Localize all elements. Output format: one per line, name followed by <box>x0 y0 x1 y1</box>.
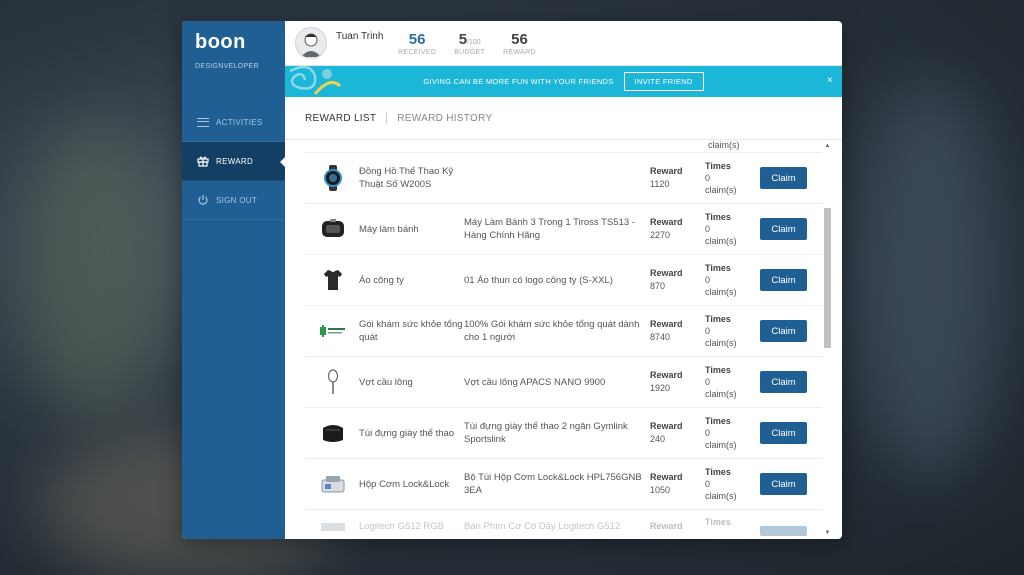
racket-icon <box>311 360 355 404</box>
logo-text: boon <box>195 31 246 53</box>
claim-button[interactable]: Claim <box>760 218 807 240</box>
tab-divider <box>386 112 388 124</box>
product-name: Áo công ty <box>359 274 404 286</box>
reward-points: Reward 240 <box>650 421 683 444</box>
claim-button[interactable] <box>760 526 807 536</box>
product-name: Đồng Hồ Thể Thao Kỹ Thuật Số W200S <box>359 166 454 190</box>
times-claimed: Times 0 claim(s) <box>705 212 737 246</box>
lunchbox-icon <box>311 462 355 506</box>
stat-budget: 5/100 BUDGET <box>454 31 485 56</box>
invite-friend-button[interactable]: INVITE FRIEND <box>623 72 704 91</box>
product-name: Logitech G512 RGB <box>359 521 445 532</box>
sidebar-item-reward[interactable]: REWARD <box>182 142 286 181</box>
reward-points: Reward 8740 <box>650 319 683 342</box>
claim-button[interactable]: Claim <box>760 422 807 444</box>
list-item: claim(s) <box>305 140 822 153</box>
reward-points: Reward 870 <box>650 268 683 291</box>
user-name: Tuan Trinh <box>336 30 384 42</box>
reward-list: ▲ ▼ claim(s) Đồng Hồ Thể Thao Kỹ Thuật S… <box>285 140 842 539</box>
power-icon <box>196 194 210 206</box>
product-description: Bàn Phím Cơ Có Dây Logitech G512 <box>464 521 621 532</box>
times-claimed: Times 0 claim(s) <box>705 314 737 348</box>
times-claims: claim(s) <box>708 140 740 150</box>
sandwich-maker-icon <box>311 207 355 251</box>
scroll-down-icon[interactable]: ▼ <box>824 529 831 537</box>
tab-reward-list[interactable]: REWARD LIST <box>305 113 376 124</box>
list-item: Túi đựng giày thể thao Túi đựng giày thể… <box>305 408 822 459</box>
top-bar: Tuan Trinh 56 RECEIVED 5/100 BUDGET 56 R… <box>285 21 842 66</box>
times-claimed: Times 0 claim(s) <box>705 416 737 450</box>
reward-points: Reward 1050 <box>650 472 683 495</box>
product-name: Máy làm bánh <box>359 223 419 235</box>
claim-button[interactable]: Claim <box>760 167 807 189</box>
reward-points: Reward 1120 <box>650 166 683 189</box>
list-item: Hộp Cơm Lock&Lock Bộ Túi Hộp Cơm Lock&Lo… <box>305 459 822 510</box>
watch-icon <box>311 156 355 200</box>
list-item: Logitech G512 RGB Bàn Phím Cơ Có Dây Log… <box>305 510 822 539</box>
stat-label: BUDGET <box>454 48 486 56</box>
stat-label: RECEIVED <box>398 48 437 56</box>
stat-label: REWARD <box>503 48 536 56</box>
claim-button[interactable]: Claim <box>760 269 807 291</box>
sidebar-item-sign-out[interactable]: SIGN OUT <box>182 181 285 220</box>
scroll-up-icon[interactable]: ▲ <box>824 142 831 150</box>
product-description: 01 Áo thun có logo công ty (S-XXL) <box>464 274 613 286</box>
avatar[interactable] <box>295 27 327 59</box>
list-item: Áo công ty 01 Áo thun có logo công ty (S… <box>305 255 822 306</box>
times-claimed: Times 0 claim(s) <box>705 467 737 501</box>
stat-value: 5/100 <box>458 30 481 48</box>
health-logo-icon <box>311 309 355 353</box>
product-name: Vợt cầu lông <box>359 376 413 388</box>
app-window: boon DESIGNVELOPER ACTIVITIES REWARD SIG… <box>182 21 842 539</box>
product-name: Túi đựng giày thể thao <box>359 427 455 439</box>
product-description: Máy Làm Bánh 3 Trong 1 Tiross TS513 - Hà… <box>464 217 635 241</box>
product-description: Túi đựng giày thể thao 2 ngăn Gymlink Sp… <box>464 421 628 445</box>
sidebar: boon DESIGNVELOPER ACTIVITIES REWARD SIG… <box>182 21 286 539</box>
stat-received: 56 RECEIVED <box>398 31 436 56</box>
banner-text: GIVING CAN BE MORE FUN WITH YOUR FRIENDS <box>423 77 614 86</box>
reward-points: Reward 2270 <box>650 217 683 240</box>
shoe-bag-icon <box>311 411 355 455</box>
product-description: 100% Gói khám sức khỏe tổng quát dành ch… <box>464 319 640 343</box>
tab-reward-history[interactable]: REWARD HISTORY <box>397 113 492 124</box>
times-claimed: Times <box>705 517 731 527</box>
product-description: Bộ Túi Hộp Cơm Lock&Lock HPL756GNB 3EA <box>464 472 642 496</box>
invite-banner: GIVING CAN BE MORE FUN WITH YOUR FRIENDS… <box>285 66 842 97</box>
scroll-thumb[interactable] <box>824 208 831 348</box>
claim-button[interactable]: Claim <box>760 320 807 342</box>
times-claimed: Times 0 claim(s) <box>705 263 737 297</box>
gift-icon <box>196 155 210 167</box>
times-claimed: Times 0 claim(s) <box>705 161 737 195</box>
product-name: Hộp Cơm Lock&Lock <box>359 478 450 490</box>
menu-icon <box>196 117 210 127</box>
product-name: Gói khám sức khỏe tổng quát <box>359 319 463 343</box>
sidebar-item-label: ACTIVITIES <box>216 117 263 127</box>
tshirt-icon <box>311 258 355 302</box>
product-description: Vợt cầu lông APACS NANO 9900 <box>464 376 606 388</box>
keyboard-icon <box>311 520 355 534</box>
stat-value: 56 <box>511 30 528 48</box>
reward-points: Reward <box>650 521 683 531</box>
stat-value: 56 <box>408 30 426 48</box>
sidebar-item-activities[interactable]: ACTIVITIES <box>182 103 285 142</box>
sidebar-item-label: SIGN OUT <box>216 195 258 205</box>
stat-reward: 56 REWARD <box>503 31 536 56</box>
list-item: Gói khám sức khỏe tổng quát 100% Gói khá… <box>305 306 822 357</box>
logo: boon DESIGNVELOPER <box>182 21 285 103</box>
list-item: Đồng Hồ Thể Thao Kỹ Thuật Số W200S Rewar… <box>305 153 822 204</box>
list-item: Máy làm bánh Máy Làm Bánh 3 Trong 1 Tiro… <box>305 204 822 255</box>
tab-bar: REWARD LIST REWARD HISTORY <box>285 97 842 140</box>
main-panel: Tuan Trinh 56 RECEIVED 5/100 BUDGET 56 R… <box>285 21 842 539</box>
times-claimed: Times 0 claim(s) <box>705 365 737 399</box>
close-icon[interactable]: × <box>827 75 833 86</box>
list-item: Vợt cầu lông Vợt cầu lông APACS NANO 990… <box>305 357 822 408</box>
claim-button[interactable]: Claim <box>760 371 807 393</box>
scrollbar[interactable]: ▲ ▼ <box>824 142 831 537</box>
reward-points: Reward 1920 <box>650 370 683 393</box>
sidebar-item-label: REWARD <box>216 156 254 166</box>
logo-subtitle: DESIGNVELOPER <box>195 63 259 70</box>
swirl-decoration-icon <box>289 66 342 95</box>
claim-button[interactable]: Claim <box>760 473 807 495</box>
